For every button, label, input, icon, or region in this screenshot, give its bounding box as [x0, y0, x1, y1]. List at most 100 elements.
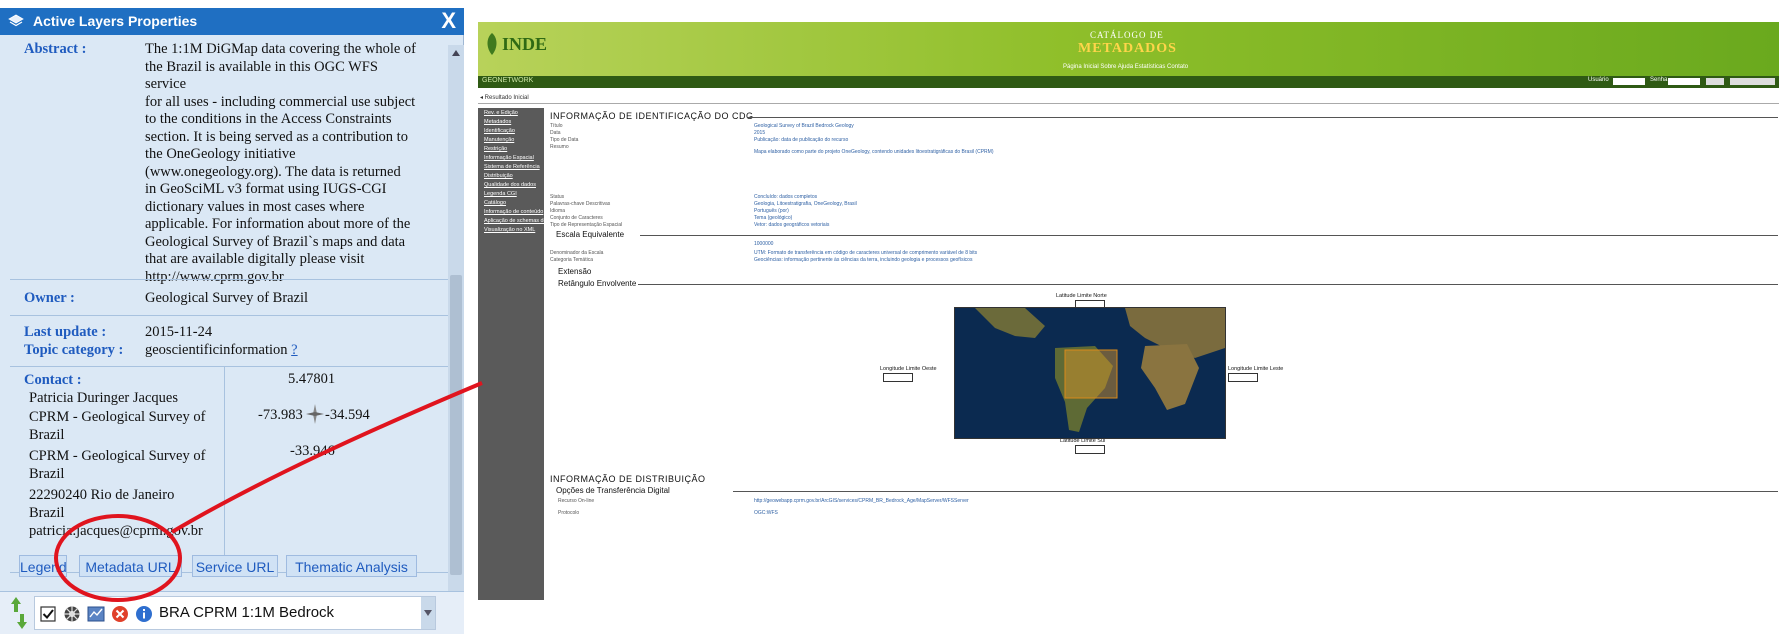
abstract-line: that are available digitally please visi…: [145, 251, 365, 267]
ident-key: Tipo de Representação Espacial: [550, 222, 623, 228]
info-icon[interactable]: [135, 605, 153, 623]
scroll-up-icon[interactable]: [451, 49, 461, 57]
ident-value: Tema (geológico): [754, 215, 793, 221]
abstract-line: section. It is being served as a contrib…: [145, 128, 408, 145]
chevron-down-icon[interactable]: [423, 609, 433, 617]
ident-key: Resumo: [550, 144, 569, 150]
tab-legend[interactable]: Legend: [19, 555, 67, 577]
scale-row-value: Geociências: informação pertinente às ci…: [754, 257, 973, 263]
panel-title: Active Layers Properties: [33, 13, 198, 29]
topic-category-value: geoscientificinformation: [145, 342, 288, 358]
sidebar-item[interactable]: Identificação: [484, 128, 515, 134]
sidebar-item[interactable]: Catálogo: [484, 200, 506, 206]
transfer-key: Protocolo: [558, 510, 580, 516]
tab-metadata-url[interactable]: Metadata URL: [79, 555, 182, 577]
ident-value: Concluído: dados completos: [754, 194, 818, 200]
ident-key: Tipo de Data: [550, 137, 579, 143]
sidebar-item[interactable]: Distribuição: [484, 173, 513, 179]
register-button[interactable]: [1730, 78, 1775, 85]
metadata-sidebar: Rev. e Edição Metadados Identificação Ma…: [478, 108, 575, 600]
bbox-west-input[interactable]: [883, 373, 913, 382]
visibility-checkbox-icon[interactable]: [39, 605, 57, 623]
contact-org: CPRM - Geological Survey of: [29, 448, 206, 464]
panel-header: Active Layers Properties X: [0, 8, 464, 35]
remove-layer-icon[interactable]: [111, 605, 129, 623]
abstract-line: http://www.cprm.gov.br: [145, 268, 284, 285]
owner-value: Geological Survey of Brazil: [145, 290, 309, 306]
ident-key: Conjunto de Caracteres: [550, 215, 603, 221]
transfer-key: Recurso On-line: [558, 498, 595, 504]
inde-leaf-icon: [487, 33, 497, 55]
sidebar-item[interactable]: Legenda CGI: [484, 191, 517, 197]
last-update-label: Last update :: [24, 324, 107, 340]
topic-help-link[interactable]: ?: [291, 342, 297, 358]
sidebar-item[interactable]: Restrição: [484, 146, 507, 152]
ident-key: Título: [550, 123, 563, 129]
contact-country: Brazil: [29, 505, 65, 521]
extent-map[interactable]: [954, 307, 1226, 439]
sidebar-item[interactable]: Metadados: [484, 119, 511, 125]
bbox-east-label: Longitude Limite Leste: [1228, 366, 1284, 372]
catalog-subbar: GEONETWORK Usuário Senha: [478, 76, 1779, 88]
layer-details: Abstract : The 1:1M DiGMap data covering…: [0, 35, 448, 595]
section-rule: [640, 235, 1778, 236]
scale-key: Denominador da Escala: [550, 250, 604, 256]
section-transfer-options: Opções de Transferência Digital: [556, 486, 670, 495]
scale-value: 1000000: [754, 241, 774, 247]
section-rule: [638, 284, 1778, 285]
ident-value: 2015: [754, 130, 766, 136]
user-label: Usuário: [1588, 77, 1609, 83]
ident-value: Publicação: data de publicação do recurs…: [754, 137, 849, 143]
sidebar-item[interactable]: Manutenção: [484, 137, 514, 143]
user-input[interactable]: [1613, 78, 1645, 85]
section-rule: [733, 491, 1778, 492]
section-distribution: INFORMAÇÃO DE DISTRIBUIÇÃO: [550, 474, 706, 484]
abstract-line: for all uses - including commercial use …: [145, 93, 416, 110]
bbox-east-input[interactable]: [1228, 373, 1258, 382]
geonetwork-label: GEONETWORK: [482, 77, 534, 84]
transfer-value: OGC:WFS: [754, 510, 778, 516]
sidebar-item[interactable]: Informação de conteúdo: [484, 209, 543, 215]
scrollbar[interactable]: [448, 45, 464, 593]
zoom-to-layer-icon[interactable]: [87, 605, 105, 623]
contact-org: CPRM - Geological Survey of: [29, 409, 206, 425]
catalog-nav[interactable]: Página Inicial Sobre Ajuda Estatísticas …: [1063, 64, 1188, 70]
sidebar-item[interactable]: Qualidade dos dados: [484, 182, 536, 188]
layer-list-scrollbar[interactable]: [421, 597, 435, 629]
ident-value: Geologia, Litoestratigrafia, OneGeology,…: [754, 201, 857, 207]
online-resource-link[interactable]: http://geowebapp.cprm.gov.br/ArcGIS/serv…: [754, 498, 969, 504]
ident-key: Idioma: [550, 208, 566, 214]
sidebar-item[interactable]: Rev. e Edição: [484, 110, 518, 116]
divider: [10, 279, 448, 280]
scale-key: Categoria Temática: [550, 257, 593, 263]
tab-thematic-analysis[interactable]: Thematic Analysis: [286, 555, 417, 577]
back-to-results-link[interactable]: ◂ Resultado Inicial: [480, 94, 529, 101]
active-layer-row: BRA CPRM 1:1M Bedrock: [0, 591, 464, 634]
contact-org: Brazil: [29, 466, 65, 482]
reorder-arrows-icon[interactable]: [10, 596, 28, 630]
layer-item: BRA CPRM 1:1M Bedrock: [34, 596, 436, 630]
contact-org: Brazil: [29, 427, 65, 443]
abstract-line: dictionary values in most cases where: [145, 198, 365, 215]
coord-west: -73.983: [258, 407, 303, 423]
sidebar-item[interactable]: Visualização no XML: [484, 227, 535, 233]
inde-logo[interactable]: INDE: [502, 34, 547, 55]
login-button[interactable]: [1706, 78, 1724, 85]
sidebar-item[interactable]: Sistema de Referência: [484, 164, 540, 170]
close-icon[interactable]: X: [441, 7, 456, 34]
ident-key: Palavras-chave Descritivas: [550, 201, 611, 207]
abstract-line: to the conditions in the Access Constrai…: [145, 111, 392, 127]
abstract-line: applicable. For information about more o…: [145, 216, 411, 232]
last-update-value: 2015-11-24: [145, 324, 213, 340]
section-identification: INFORMAÇÃO DE IDENTIFICAÇÃO DO CDG: [550, 111, 754, 121]
scroll-thumb[interactable]: [450, 275, 462, 575]
settings-wheel-icon[interactable]: [63, 605, 81, 623]
section-scale: Escala Equivalente: [556, 230, 625, 239]
sidebar-item[interactable]: Informação Espacial: [484, 155, 534, 161]
topic-category: geoscientificinformation ?: [145, 342, 420, 360]
topic-category-label: Topic category :: [24, 342, 124, 358]
tab-service-url[interactable]: Service URL: [192, 555, 278, 577]
bbox-south-input[interactable]: [1075, 445, 1105, 454]
abstract-text: The 1:1M DiGMap data covering the whole …: [145, 41, 420, 286]
password-input[interactable]: [1668, 78, 1700, 85]
